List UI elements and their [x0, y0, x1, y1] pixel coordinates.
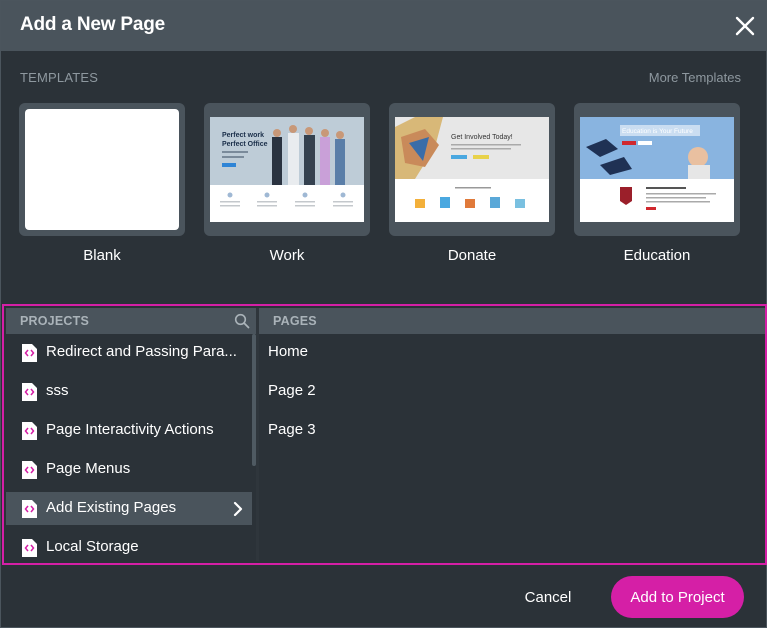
project-item[interactable]: Local Storage: [6, 531, 252, 564]
dialog-titlebar: Add a New Page: [1, 1, 766, 51]
projects-header: PROJECTS: [20, 314, 89, 328]
template-work-thumbnail: Perfect work Perfect Office: [210, 117, 364, 222]
page-file-icon: [22, 344, 37, 362]
template-donate-thumbnail: Get Involved Today!: [395, 117, 549, 222]
close-icon[interactable]: [732, 13, 758, 39]
templates-header: TEMPLATES: [20, 70, 99, 85]
project-item-label: Add Existing Pages: [46, 499, 177, 516]
project-item[interactable]: Page Interactivity Actions: [6, 414, 252, 447]
page-item[interactable]: Page 3: [268, 421, 316, 438]
project-item-label: Local Storage: [46, 538, 139, 555]
template-education-thumbnail: Education is Your Future: [580, 117, 734, 222]
template-donate[interactable]: Get Involved Today!: [389, 103, 555, 236]
page-item[interactable]: Page 2: [268, 382, 316, 399]
page-file-icon: [22, 539, 37, 557]
project-item-label: Page Menus: [46, 460, 131, 477]
svg-text:Perfect Office: Perfect Office: [222, 141, 268, 148]
template-work[interactable]: Perfect work Perfect Office: [204, 103, 370, 236]
projects-pages-panel: PROJECTS PAGES Redirect and Passing Para…: [2, 304, 767, 565]
project-item[interactable]: sss: [6, 375, 252, 408]
template-education[interactable]: Education is Your Future: [574, 103, 740, 236]
template-blank-thumbnail: [25, 109, 179, 230]
project-item-label: sss: [46, 382, 69, 399]
projects-header-bar: PROJECTS: [6, 308, 256, 334]
chevron-right-icon: [233, 501, 243, 517]
page-file-icon: [22, 500, 37, 518]
dialog-title: Add a New Page: [20, 14, 166, 35]
project-item-label: Redirect and Passing Para...: [46, 343, 237, 360]
template-education-label: Education: [623, 247, 691, 264]
template-work-label: Work: [269, 247, 305, 264]
template-blank[interactable]: [19, 103, 185, 236]
project-item[interactable]: Page Menus: [6, 453, 252, 486]
cancel-button[interactable]: Cancel: [506, 576, 590, 618]
projects-scrollbar[interactable]: [252, 334, 256, 466]
template-donate-label: Donate: [447, 247, 497, 264]
template-donate-thumb-text: Get Involved Today!: [451, 134, 513, 141]
project-item-label: Page Interactivity Actions: [46, 421, 214, 438]
add-page-dialog: Add a New Page TEMPLATES More Templates …: [0, 0, 767, 628]
project-item[interactable]: Redirect and Passing Para...: [6, 336, 252, 369]
pages-header: PAGES: [273, 314, 317, 328]
more-templates-link[interactable]: More Templates: [649, 70, 741, 85]
pages-header-bar: PAGES: [259, 308, 765, 334]
panel-divider: [256, 308, 259, 561]
search-icon[interactable]: [234, 313, 250, 329]
page-file-icon: [22, 383, 37, 401]
template-work-thumb-text: Perfect work: [222, 132, 264, 139]
template-blank-label: Blank: [83, 247, 121, 264]
project-item-selected[interactable]: Add Existing Pages: [6, 492, 252, 525]
add-to-project-button[interactable]: Add to Project: [611, 576, 744, 618]
page-item[interactable]: Home: [268, 343, 308, 360]
template-education-thumb-text: Education is Your Future: [622, 128, 693, 135]
page-file-icon: [22, 461, 37, 479]
page-file-icon: [22, 422, 37, 440]
